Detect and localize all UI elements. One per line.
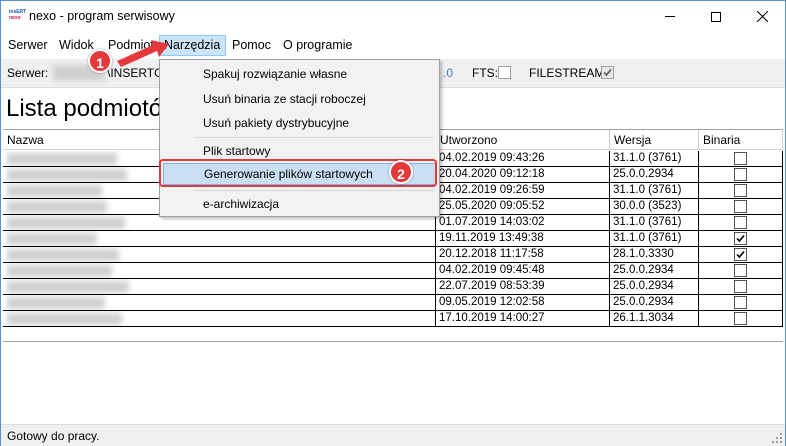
status-text: Gotowy do pracy. xyxy=(7,429,100,443)
callout-badge-2: 2 xyxy=(389,160,413,184)
callout-badge-1: 1 xyxy=(88,49,112,73)
app-window: insERT nexo nexo - program serwisowy Ser… xyxy=(0,0,786,446)
resize-grip-icon[interactable] xyxy=(772,433,782,443)
status-bar: Gotowy do pracy. xyxy=(1,424,785,446)
callout-arrow xyxy=(117,40,169,67)
